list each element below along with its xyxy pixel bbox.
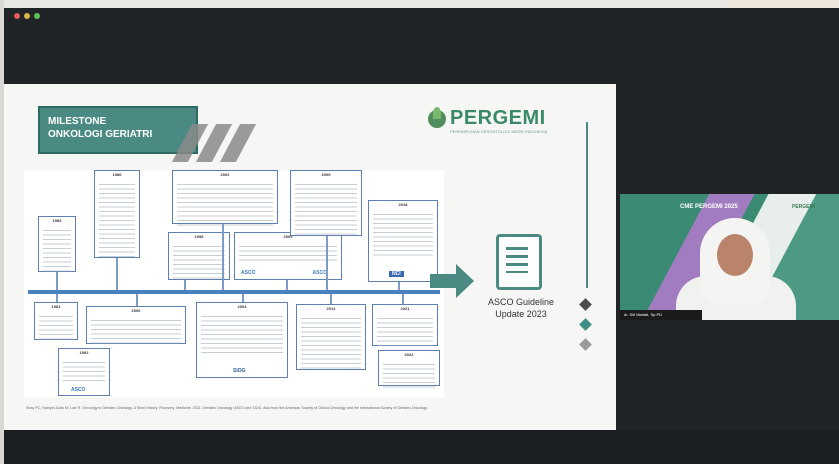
timeline-box: 2022 [378, 350, 440, 389]
timeline-tick [56, 272, 58, 290]
timeline-box-text [294, 178, 358, 239]
timeline-box: 1998 [168, 232, 230, 283]
milestone-timeline: 1983 1986 1998 2002 2005 ASCO ASCO 2009 [24, 170, 444, 398]
timeline-year: 2000 [131, 308, 141, 313]
timeline-box-text [376, 312, 434, 349]
timeline-tick [56, 294, 58, 302]
timeline-arrow [430, 274, 456, 288]
timeline-tick [402, 294, 404, 304]
speaker-video-tile[interactable]: CME PERGEMI 2025 PERGEMI dr. Siti Mariat… [620, 194, 839, 320]
timeline-year: 2002 [220, 172, 230, 177]
arrow-right-icon [456, 264, 474, 298]
timeline-box: 2004 SIOG [196, 302, 288, 378]
logo-text: PERGEMI [450, 107, 546, 129]
timeline-box-text [382, 358, 436, 389]
leaf-logo-icon [428, 107, 446, 128]
divider-line [586, 122, 588, 288]
timeline-box: 2021 [372, 304, 438, 349]
asco-logo: ASCO [312, 269, 327, 276]
timeline-box-text [300, 312, 362, 373]
timeline-year: 2012 [326, 306, 336, 311]
timeline-box: 2009 [290, 170, 362, 239]
slide-title-line2: ONKOLOGI GERIATRI [48, 129, 153, 140]
timeline-box-text [38, 310, 74, 343]
video-banner-title: CME PERGEMI 2025 [680, 204, 738, 210]
timeline-box: 1983 [38, 216, 76, 275]
minimize-dot[interactable] [24, 13, 30, 19]
speaker-face [717, 234, 753, 276]
video-banner-logo: PERGEMI [792, 204, 816, 210]
timeline-tick [222, 224, 224, 290]
timeline-box-text [42, 224, 72, 275]
document-icon [496, 234, 542, 290]
timeline-year: 1986 [112, 172, 122, 177]
guideline-label: ASCO Guideline Update 2023 [478, 296, 564, 320]
timeline-box-text [176, 178, 274, 227]
timeline-year: 1983 [52, 218, 62, 223]
bottom-toolbar-area [4, 430, 839, 464]
timeline-box-text [200, 310, 284, 355]
timeline-box: 2000 [86, 306, 186, 347]
slide-references: Shay PC, Hampel-Gulik M, Lutz R. Oncolog… [26, 406, 428, 410]
timeline-tick [286, 280, 288, 290]
shared-slide: MILESTONE ONKOLOGI GERIATRI PERGEMI PERH… [4, 84, 616, 430]
timeline-box: 1981 [34, 302, 78, 343]
timeline-box-text [372, 208, 434, 259]
logo-tagline: PERHIMPUNAN GERONTOLOGI MEDIK INDONESIA [450, 129, 548, 134]
timeline-box: 2018 NCI [368, 200, 438, 282]
slide-title-line1: MILESTONE [48, 116, 107, 127]
timeline-box-text [62, 356, 106, 383]
timeline-axis [28, 290, 440, 294]
timeline-box-text [98, 178, 136, 261]
close-dot[interactable] [14, 13, 20, 19]
timeline-tick [398, 282, 400, 290]
timeline-tick [136, 294, 138, 306]
timeline-box-text [172, 240, 226, 283]
timeline-tick [242, 294, 244, 302]
timeline-year: 2009 [321, 172, 331, 177]
speaker-name-label: dr. Siti Mariati, Sp.PD [620, 310, 702, 320]
timeline-year: 1998 [194, 234, 204, 239]
asco-logo: ASCO [71, 386, 86, 393]
slide-title: MILESTONE ONKOLOGI GERIATRI [38, 106, 198, 154]
timeline-box: 1986 [94, 170, 140, 261]
timeline-year: 1981 [51, 304, 61, 309]
siog-logo: SIOG [233, 367, 246, 374]
timeline-box: 2012 [296, 304, 366, 373]
timeline-year: 2022 [404, 352, 414, 357]
timeline-year: 2018 [398, 202, 408, 207]
pergemi-logo: PERGEMI PERHIMPUNAN GERONTOLOGI MEDIK IN… [428, 106, 578, 136]
maximize-dot[interactable] [34, 13, 40, 19]
timeline-year: 2004 [237, 304, 247, 309]
timeline-tick [326, 236, 328, 290]
timeline-box: 1992 ASCO [58, 348, 110, 396]
timeline-box-text [238, 240, 338, 265]
guideline-label-line2: Update 2023 [495, 309, 547, 319]
guideline-label-line1: ASCO Guideline [487, 297, 555, 307]
timeline-tick [330, 294, 332, 304]
timeline-year: 2021 [400, 306, 410, 311]
nci-logo: NCI [389, 270, 404, 277]
timeline-box: 2002 [172, 170, 278, 227]
timeline-year: 1992 [79, 350, 89, 355]
window-top-bar [0, 0, 839, 8]
timeline-tick [116, 258, 118, 290]
asco-logo: ASCO [241, 269, 256, 276]
timeline-box-text [90, 314, 182, 347]
